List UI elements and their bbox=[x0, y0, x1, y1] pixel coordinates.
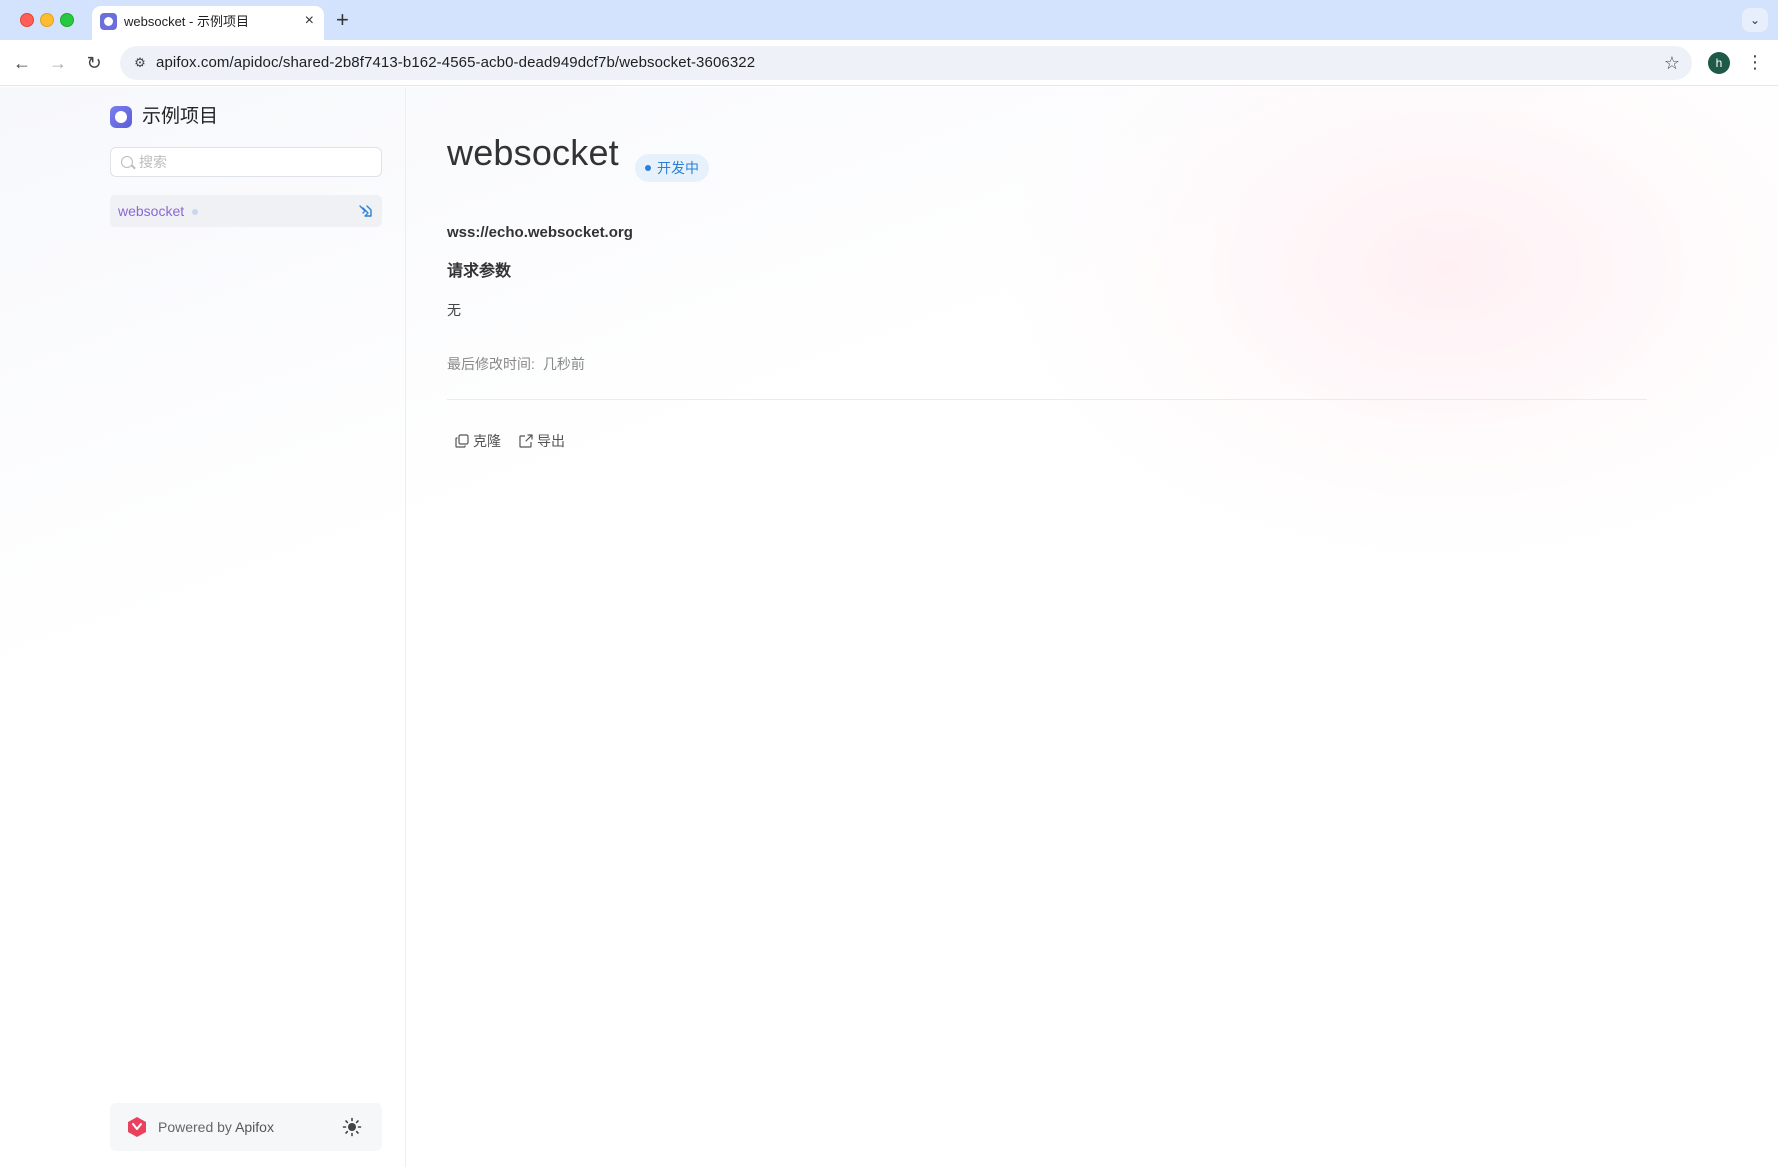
page: 示例项目 websocket Powered by Apifox bbox=[0, 87, 1778, 1167]
close-tab-icon[interactable]: × bbox=[305, 11, 314, 31]
close-window-button[interactable] bbox=[20, 13, 34, 27]
profile-avatar[interactable]: h bbox=[1708, 52, 1730, 74]
background-glow bbox=[998, 87, 1778, 567]
tab-title: websocket - 示例项目 bbox=[124, 14, 249, 29]
project-name: 示例项目 bbox=[142, 106, 219, 127]
divider bbox=[447, 399, 1647, 400]
sidebar-item-websocket[interactable]: websocket bbox=[110, 195, 382, 227]
apifox-favicon-icon bbox=[100, 13, 117, 30]
powered-by-footer[interactable]: Powered by Apifox bbox=[110, 1103, 382, 1151]
powered-prefix: Powered by bbox=[158, 1119, 232, 1135]
apifox-logo-icon bbox=[128, 1117, 146, 1137]
sidebar: 示例项目 websocket Powered by Apifox bbox=[0, 87, 406, 1167]
tab-search-button[interactable]: ⌄ bbox=[1742, 8, 1768, 32]
modified-value: 几秒前 bbox=[542, 356, 585, 372]
clone-label: 克隆 bbox=[473, 433, 501, 449]
websocket-icon bbox=[359, 205, 372, 217]
modified-label: 最后修改时间: bbox=[447, 356, 535, 372]
maximize-window-button[interactable] bbox=[60, 13, 74, 27]
forward-button[interactable]: → bbox=[44, 49, 72, 77]
minimize-window-button[interactable] bbox=[40, 13, 54, 27]
search-box[interactable] bbox=[110, 147, 382, 177]
export-icon bbox=[519, 434, 533, 448]
search-input[interactable] bbox=[139, 152, 369, 172]
browser-toolbar: ← → ↻ ⚙ apifox.com/apidoc/shared-2b8f741… bbox=[0, 40, 1778, 86]
sidebar-item-label: websocket bbox=[118, 203, 185, 219]
new-tab-button[interactable]: + bbox=[336, 6, 349, 34]
back-button[interactable]: ← bbox=[8, 49, 36, 77]
copy-icon bbox=[455, 434, 469, 448]
address-bar[interactable]: ⚙ apifox.com/apidoc/shared-2b8f7413-b162… bbox=[120, 46, 1692, 80]
url-text[interactable]: apifox.com/apidoc/shared-2b8f7413-b162-4… bbox=[156, 54, 755, 72]
status-dot bbox=[192, 209, 198, 215]
site-info-icon[interactable]: ⚙ bbox=[130, 53, 150, 73]
browser-tab[interactable]: websocket - 示例项目 × bbox=[92, 6, 324, 40]
params-value: 无 bbox=[447, 302, 461, 318]
page-title: websocket bbox=[447, 132, 619, 173]
project-logo-icon bbox=[110, 106, 132, 128]
browser-tab-bar: websocket - 示例项目 × + ⌄ bbox=[0, 0, 1778, 40]
powered-brand: Apifox bbox=[235, 1119, 274, 1135]
bookmark-star-icon[interactable]: ☆ bbox=[1664, 51, 1680, 75]
params-heading: 请求参数 bbox=[447, 263, 512, 280]
reload-button[interactable]: ↻ bbox=[80, 49, 108, 77]
sun-icon[interactable] bbox=[342, 1117, 362, 1137]
browser-menu-icon[interactable]: ⋮ bbox=[1746, 50, 1764, 74]
search-icon bbox=[121, 156, 133, 168]
export-label: 导出 bbox=[537, 433, 565, 449]
last-modified: 最后修改时间: 几秒前 bbox=[447, 355, 585, 373]
status-badge: 开发中 bbox=[635, 154, 709, 182]
powered-by-text: Powered by Apifox bbox=[158, 1118, 274, 1136]
endpoint-url: wss://echo.websocket.org bbox=[447, 224, 633, 241]
